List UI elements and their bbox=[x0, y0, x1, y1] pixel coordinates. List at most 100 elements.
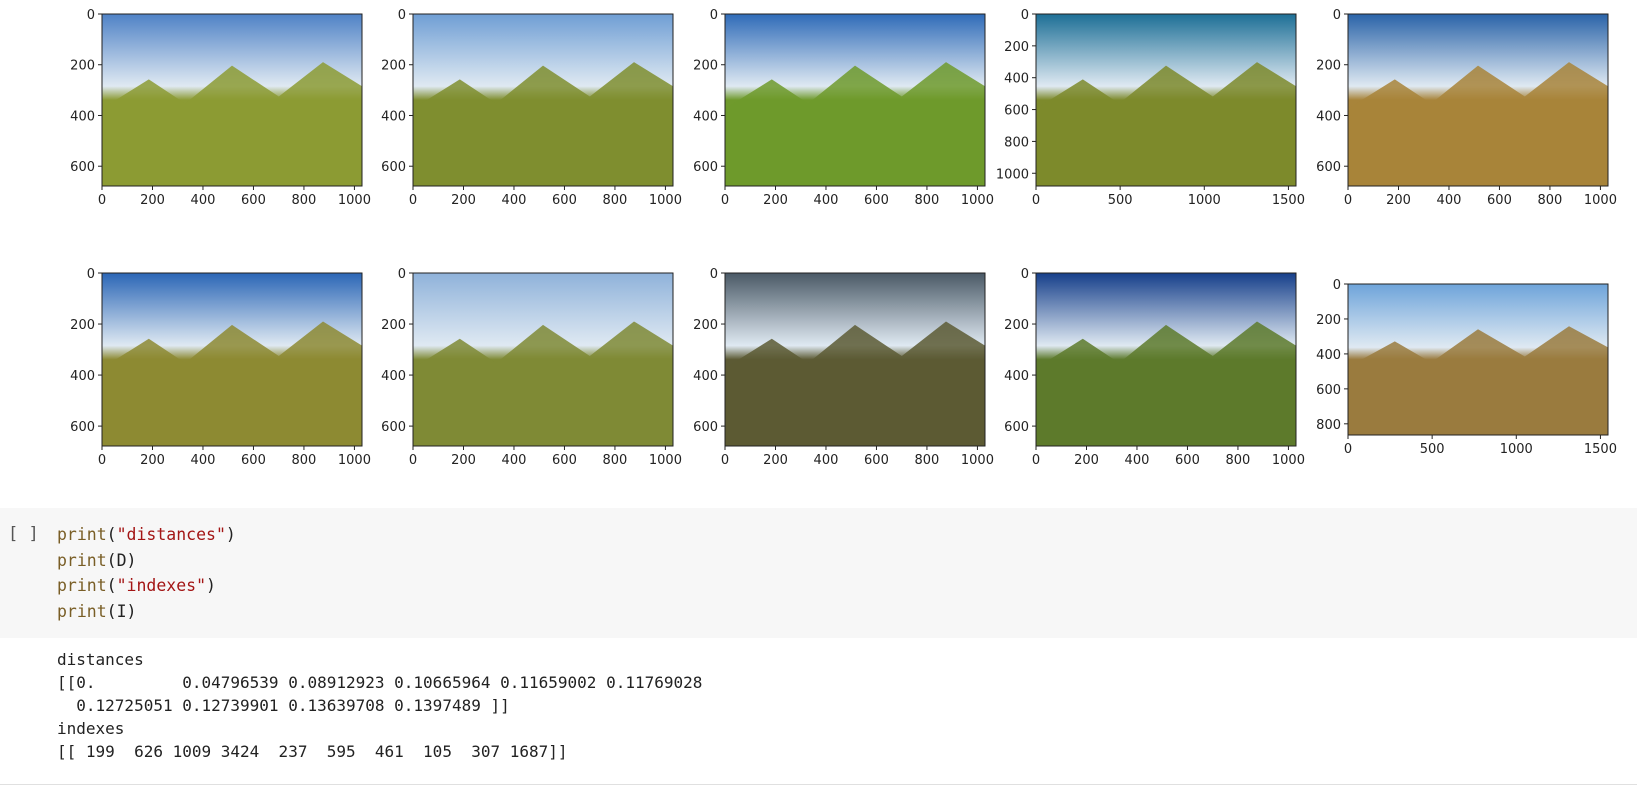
code-paren: ) bbox=[225, 525, 236, 544]
x-tick-label: 600 bbox=[1175, 453, 1200, 468]
y-tick-label: 600 bbox=[693, 420, 718, 435]
x-tick-label: 800 bbox=[1538, 193, 1563, 208]
code-paren: ) bbox=[126, 550, 137, 570]
x-tick-label: 600 bbox=[864, 453, 889, 468]
y-tick-label: 0 bbox=[1333, 8, 1341, 23]
x-tick-label: 800 bbox=[603, 453, 628, 468]
y-tick-label: 0 bbox=[1333, 278, 1341, 293]
code-cell[interactable]: [ ] print("distances") print(D) print("i… bbox=[0, 508, 1637, 638]
code-paren: ) bbox=[206, 576, 216, 595]
y-tick-label: 200 bbox=[1316, 313, 1341, 328]
image-panel: 0 500 1000 1500 0 200 400 600 800 1000 bbox=[996, 8, 1305, 208]
y-tick-label: 0 bbox=[710, 267, 718, 282]
y-tick-label: 0 bbox=[710, 8, 718, 23]
y-tick-label: 200 bbox=[70, 318, 95, 333]
x-tick-label: 200 bbox=[1074, 453, 1099, 468]
x-tick-label: 1000 bbox=[338, 453, 371, 468]
x-tick-label: 0 bbox=[409, 453, 417, 468]
y-tick-label: 0 bbox=[1021, 8, 1029, 23]
x-tick-label: 400 bbox=[1437, 193, 1462, 208]
y-tick-label: 800 bbox=[1004, 135, 1029, 150]
x-tick-label: 200 bbox=[451, 193, 476, 208]
x-tick-label: 200 bbox=[140, 453, 165, 468]
y-tick-label: 0 bbox=[1021, 267, 1029, 282]
y-tick-label: 200 bbox=[1316, 59, 1341, 74]
y-tick-label: 400 bbox=[693, 369, 718, 384]
code-string: "distances" bbox=[116, 525, 226, 544]
x-tick-label: 800 bbox=[1226, 453, 1251, 468]
cell-run-prompt[interactable]: [ ] bbox=[8, 524, 39, 544]
output-line: distances bbox=[57, 650, 144, 669]
y-tick-label: 200 bbox=[70, 59, 95, 74]
x-tick-label: 1000 bbox=[649, 453, 682, 468]
y-tick-label: 0 bbox=[87, 267, 95, 282]
image-panel: 0 200 400 600 800 1000 0 200 400 600 bbox=[381, 267, 682, 468]
y-tick-label: 400 bbox=[1316, 348, 1341, 363]
image-panel: 0 200 400 600 800 1000 0 200 400 600 bbox=[1316, 8, 1617, 208]
output-line: indexes bbox=[57, 719, 125, 738]
code-variable: I bbox=[116, 601, 127, 621]
y-tick-label: 400 bbox=[70, 109, 95, 124]
cell-output: distances [[0. 0.04796539 0.08912923 0.1… bbox=[57, 648, 702, 763]
x-tick-label: 500 bbox=[1420, 442, 1445, 457]
x-tick-label: 800 bbox=[292, 453, 317, 468]
y-tick-label: 200 bbox=[693, 59, 718, 74]
y-tick-label: 200 bbox=[693, 318, 718, 333]
y-tick-label: 200 bbox=[381, 318, 406, 333]
image-panel: 0 200 400 600 800 1000 0 200 400 600 bbox=[1004, 267, 1305, 468]
y-tick-label: 600 bbox=[1004, 104, 1029, 119]
y-tick-label: 0 bbox=[398, 267, 406, 282]
code-function: print bbox=[57, 576, 107, 595]
image-panel: 0 200 400 600 800 1000 0 200 400 600 bbox=[693, 8, 994, 208]
x-tick-label: 400 bbox=[502, 193, 527, 208]
y-tick-label: 600 bbox=[1004, 420, 1029, 435]
y-tick-label: 400 bbox=[70, 369, 95, 384]
x-tick-label: 0 bbox=[721, 453, 729, 468]
output-line: [[ 199 626 1009 3424 237 595 461 105 307… bbox=[57, 742, 568, 761]
x-tick-label: 800 bbox=[915, 193, 940, 208]
x-tick-label: 0 bbox=[1032, 193, 1040, 208]
x-tick-label: 200 bbox=[1386, 193, 1411, 208]
x-tick-label: 1500 bbox=[1272, 193, 1305, 208]
x-tick-label: 600 bbox=[241, 193, 266, 208]
x-tick-label: 500 bbox=[1108, 193, 1133, 208]
code-paren: ( bbox=[106, 601, 117, 621]
image-panel: 0 200 400 600 800 1000 0 200 400 600 bbox=[693, 267, 994, 468]
x-tick-label: 1000 bbox=[649, 193, 682, 208]
y-tick-label: 200 bbox=[381, 59, 406, 74]
x-tick-label: 400 bbox=[814, 193, 839, 208]
y-tick-label: 0 bbox=[398, 8, 406, 23]
x-tick-label: 400 bbox=[191, 453, 216, 468]
image-panel: 0 200 400 600 800 1000 0 200 400 600 bbox=[70, 8, 371, 208]
code-line: print(D) bbox=[57, 548, 236, 574]
y-tick-label: 600 bbox=[381, 160, 406, 175]
x-tick-label: 0 bbox=[1344, 193, 1352, 208]
code-variable: D bbox=[116, 550, 127, 570]
y-tick-label: 200 bbox=[1004, 318, 1029, 333]
y-tick-label: 600 bbox=[1316, 383, 1341, 398]
x-tick-label: 1000 bbox=[338, 193, 371, 208]
code-editor[interactable]: print("distances") print(D) print("index… bbox=[57, 522, 236, 624]
code-paren: ( bbox=[106, 525, 117, 544]
x-tick-label: 400 bbox=[1125, 453, 1150, 468]
x-tick-label: 0 bbox=[98, 453, 106, 468]
image-panel: 0 200 400 600 800 1000 0 200 400 600 bbox=[70, 267, 371, 468]
code-function: print bbox=[57, 601, 107, 621]
y-tick-label: 200 bbox=[1004, 40, 1029, 55]
code-function: print bbox=[57, 525, 107, 544]
x-tick-label: 600 bbox=[241, 453, 266, 468]
x-tick-label: 0 bbox=[721, 193, 729, 208]
code-paren: ) bbox=[126, 601, 137, 621]
y-tick-label: 600 bbox=[1316, 160, 1341, 175]
x-tick-label: 0 bbox=[1344, 442, 1352, 457]
code-line: print("distances") bbox=[57, 522, 236, 548]
x-tick-label: 1000 bbox=[961, 453, 994, 468]
code-paren: ( bbox=[106, 576, 117, 595]
y-tick-label: 400 bbox=[381, 369, 406, 384]
y-tick-label: 400 bbox=[693, 109, 718, 124]
x-tick-label: 800 bbox=[603, 193, 628, 208]
x-tick-label: 200 bbox=[140, 193, 165, 208]
x-tick-label: 600 bbox=[864, 193, 889, 208]
x-tick-label: 800 bbox=[915, 453, 940, 468]
code-string: "indexes" bbox=[116, 576, 207, 595]
